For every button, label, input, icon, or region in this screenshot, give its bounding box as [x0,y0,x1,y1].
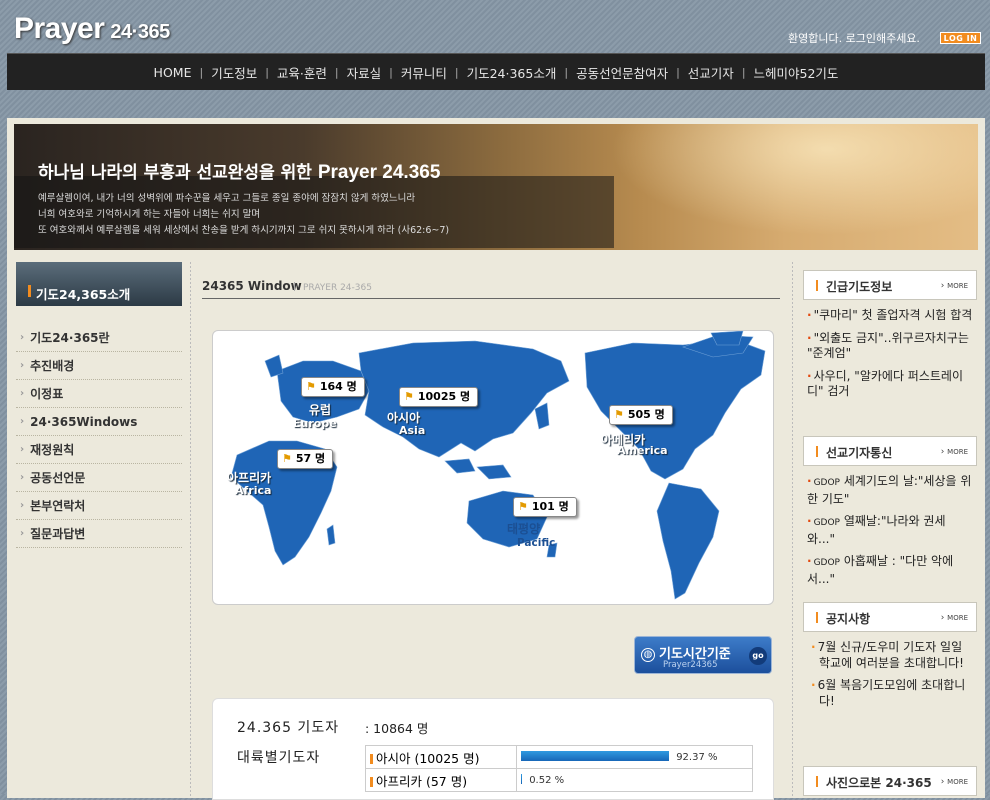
nav-nehemiah[interactable]: 느헤미야52기도 [746,63,847,82]
go-icon: go [749,647,767,665]
africa-label-en: Africa [235,484,272,497]
list-item[interactable]: · GDOP 아홉째날 : "다만 악에서..." [807,554,973,587]
section-header: 24365 Window PRAYER 24-365 [202,270,780,299]
chevron-right-icon: › [20,416,25,427]
pacific-count-flag[interactable]: ⚑ 101 명 [513,497,577,517]
chevron-right-icon: › [20,332,25,343]
america-label-en: America [617,444,668,457]
total-prayers-label: 24.365 기도자 [237,720,340,736]
nav-community[interactable]: 커뮤니티 [393,63,455,82]
urgent-prayer-list: · "쿠마리" 첫 졸업자격 시험 합격 · "외출도 금지"‥위구르자치구는 "준… [803,300,977,428]
percent-bar [521,774,522,784]
continent-name: 아프리카 (57 명) [365,768,517,792]
site-logo[interactable]: Prayer 24·365 [14,12,170,46]
table-row: 아시아 (10025 명) 92.37 % [365,745,753,769]
list-item[interactable]: · 7월 신규/도우미 기도자 일일학교에 여러분을 초대합니다! [807,640,973,671]
nav-archive[interactable]: 자료실 [339,63,390,82]
list-item[interactable]: · "외출도 금지"‥위구르자치구는 "준계엄" [807,331,973,362]
sidebar-item-finance[interactable]: › 재정원칙 [16,436,182,464]
nav-home[interactable]: HOME [146,65,200,80]
prayer-stats-panel: 24.365 기도자 : 10864 명 대륙별기도자 아시아 (10025 명… [212,698,774,800]
percent-bar [521,751,669,761]
continent-bar: 92.37 % [516,745,753,769]
hero-banner: 하나님 나라의 부흥과 선교완성을 위한 Prayer 24.365 예루살렘이… [14,124,978,250]
top-navigation: HOME | 기도정보 | 교육·훈련 | 자료실 | 커뮤니티 | 기도24·365소개… [7,53,985,90]
right-sidebar: 긴급기도정보 MORE ·"쿠마리" 첫 졸업자격 시험 합격 ·"외출도 금지… [803,270,977,796]
sidebar-item-contact[interactable]: › 본부연락처 [16,492,182,520]
list-item[interactable]: · "쿠마리" 첫 졸업자격 시험 합격 [807,308,973,324]
list-item[interactable]: · GDOP 세계기도의 날:"세상을 위한 기도" [807,474,973,507]
main-content: 24365 Window PRAYER 24-365 [202,270,780,299]
missionary-news-header: 선교기자통신 MORE [803,436,977,466]
america-count-flag[interactable]: ⚑ 505 명 [609,405,673,425]
nav-education[interactable]: 교육·훈련 [269,63,335,82]
flag-icon: ⚑ [614,408,624,421]
pacific-label: 태평양 [507,522,541,536]
more-link[interactable]: MORE [941,613,968,623]
continent-prayers-label: 대륙별기도자 [237,750,321,766]
africa-count-flag[interactable]: ⚑ 57 명 [277,449,334,469]
chevron-right-icon: › [20,528,25,539]
europe-label: 유럽 [309,403,332,417]
photo-gallery-header: 사진으로본 24·365 MORE [803,766,977,796]
urgent-prayer-header: 긴급기도정보 MORE [803,270,977,300]
sidebar-header: 기도24,365소개 [16,262,182,306]
flag-icon: ⚑ [282,452,292,465]
chevron-right-icon: › [20,360,25,371]
flag-icon: ⚑ [518,500,528,513]
table-row: 아프리카 (57 명) 0.52 % [365,768,753,792]
asia-count-flag[interactable]: ⚑ 10025 명 [399,387,479,407]
list-item[interactable]: · GDOP 열째날:"나라와 권세와..." [807,514,973,547]
notice-header: 공지사항 MORE [803,602,977,632]
nav-about[interactable]: 기도24·365소개 [459,63,565,82]
sidebar-item-milestones[interactable]: › 이정표 [16,380,182,408]
more-link[interactable]: MORE [941,447,968,457]
missionary-news-list: · GDOP 세계기도의 날:"세상을 위한 기도" · GDOP 열째날:"나라와… [803,466,977,594]
pacific-label-en: Pacific [517,537,556,549]
more-link[interactable]: MORE [941,777,968,787]
page-title: 24365 Window [202,279,302,293]
sidebar-item-about[interactable]: › 기도24·365란 [16,324,182,352]
prayer-time-standard-button[interactable]: ◍ 기도시간기준 Prayer24365 go [634,636,772,674]
sidebar-item-windows[interactable]: › 24·365Windows [16,408,182,436]
chevron-right-icon: › [20,388,25,399]
login-button[interactable]: LOG IN [940,32,981,44]
banner-verse-line: 너희 여호와로 기억하시게 하는 자들아 너희는 쉬지 말며 [38,209,261,220]
continent-stats-table: 아시아 (10025 명) 92.37 % 아프리카 (57 명) 0.52 % [365,745,753,792]
chevron-right-icon: › [20,444,25,455]
left-sidebar: 기도24,365소개 › 기도24·365란 › 추진배경 › 이정표 › 24·365… [16,262,182,548]
banner-verse-line: 또 여호와께서 예루살렘을 세워 세상에서 찬송을 받게 하시기까지 그로 쉬지… [38,225,450,236]
more-link[interactable]: MORE [941,281,968,291]
banner-verse-line: 예루살렘이여, 내가 너의 성벽위에 파수꾼을 세우고 그들로 종일 종야에 잠… [38,193,416,204]
world-map: ⚑ 164 명 ⚑ 10025 명 ⚑ 57 명 ⚑ 505 명 ⚑ 101 명 유럽 E… [212,330,774,605]
flag-icon: ⚑ [306,380,316,393]
europe-count-flag[interactable]: ⚑ 164 명 [301,377,365,397]
total-prayers-value: : 10864 명 [365,721,429,736]
banner-title: 하나님 나라의 부흥과 선교완성을 위한 Prayer 24.365 [38,162,441,183]
asia-label-en: Asia [399,424,426,437]
sidebar-item-faq[interactable]: › 질문과답변 [16,520,182,548]
list-item[interactable]: · 6월 복음기도모임에 초대합니다! [807,678,973,709]
chevron-right-icon: › [20,500,25,511]
continent-bar: 0.52 % [516,768,753,792]
nav-missionary-reporter[interactable]: 선교기자 [680,63,742,82]
continent-name: 아시아 (10025 명) [365,745,517,769]
notice-list: · 7월 신규/도우미 기도자 일일학교에 여러분을 초대합니다! · 6월 복음기… [803,632,977,752]
sidebar-item-background[interactable]: › 추진배경 [16,352,182,380]
chevron-right-icon: › [20,472,25,483]
nav-prayer-info[interactable]: 기도정보 [203,63,265,82]
sidebar-item-declaration[interactable]: › 공동선언문 [16,464,182,492]
welcome-text: 환영합니다. 로그인해주세요. [788,32,920,45]
globe-icon: ◍ [641,648,655,662]
nav-declaration[interactable]: 공동선언문참여자 [568,63,676,82]
europe-label-en: Europe [293,417,337,430]
flag-icon: ⚑ [404,390,414,403]
list-item[interactable]: · 사우디, "알카에다 퍼스트레이디" 검거 [807,369,973,400]
page-subtitle: PRAYER 24-365 [294,282,372,293]
